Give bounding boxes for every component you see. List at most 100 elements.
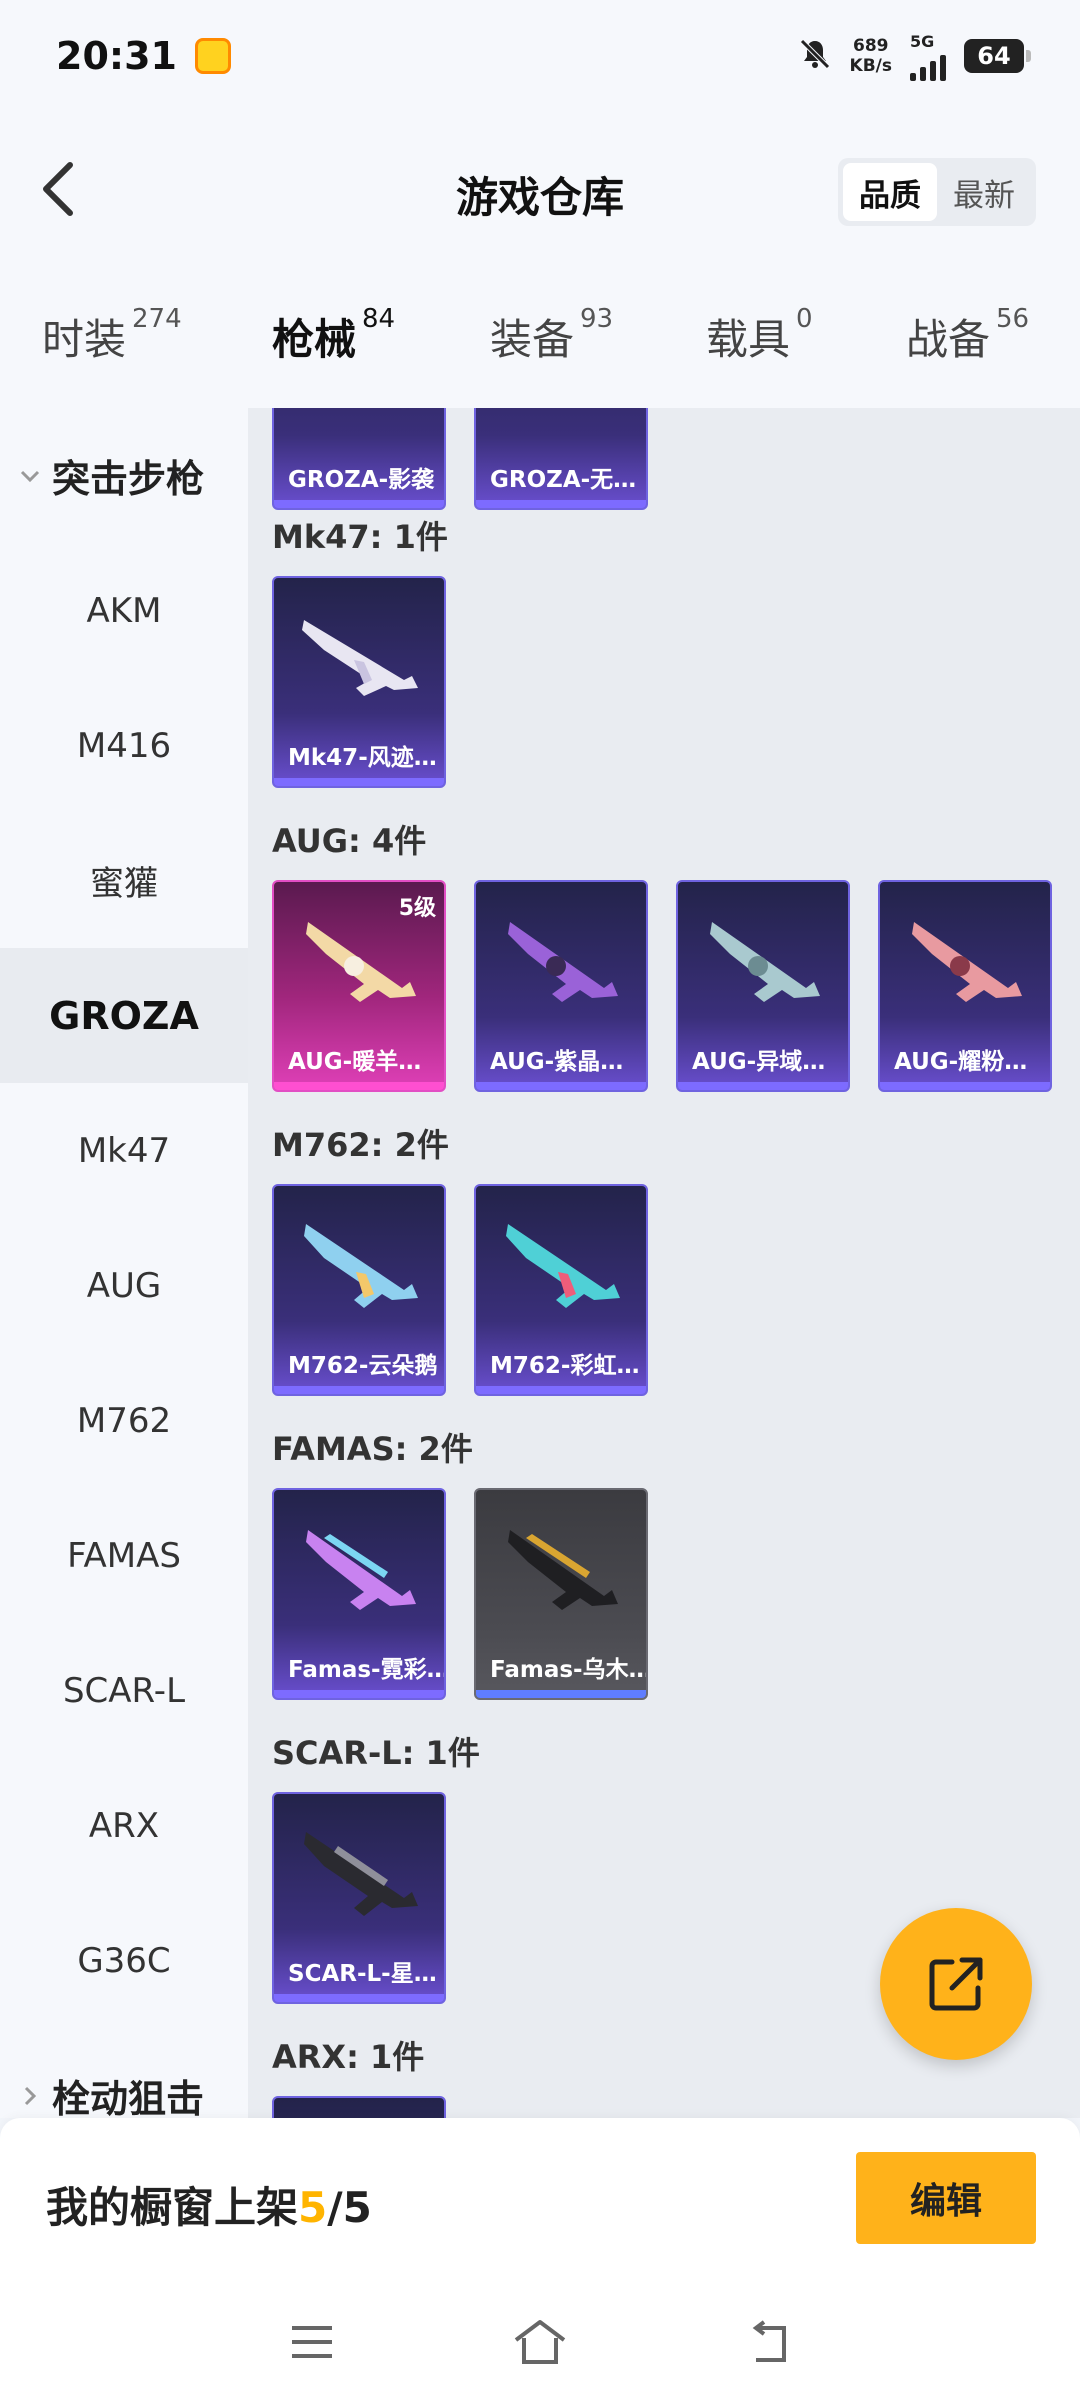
weapon-card[interactable]: M762-云朵鹅 [272, 1184, 446, 1396]
tab-equipment[interactable]: 装备 93 [490, 304, 614, 367]
sidebar-item-aug[interactable]: AUG [0, 1218, 248, 1353]
share-button[interactable] [880, 1908, 1032, 2060]
chevron-down-icon [20, 470, 40, 482]
tab-count: 274 [132, 304, 182, 334]
section-title-famas: FAMAS: 2件 [272, 1430, 473, 1468]
rifle-icon [710, 922, 820, 1002]
app-notification-icon [194, 38, 231, 74]
card-rarity-bar [274, 1690, 444, 1698]
sidebar-group-assault-rifles[interactable]: 突击步枪 [0, 408, 248, 543]
status-left: 20:31 [56, 34, 231, 78]
section-title-scar-l: SCAR-L: 1件 [272, 1734, 480, 1772]
mute-bell-icon [798, 37, 832, 75]
sort-newest-button[interactable]: 最新 [937, 163, 1031, 221]
rifle-icon [304, 1832, 418, 1916]
rifle-icon [912, 922, 1022, 1002]
tab-label: 枪械 [272, 315, 357, 364]
header: 游戏仓库 品质 最新 [0, 112, 1080, 272]
tab-count: 93 [580, 304, 614, 334]
weapon-card[interactable]: Famas-霓彩… [272, 1488, 446, 1700]
sidebar-item-m762[interactable]: M762 [0, 1353, 248, 1488]
weapon-card[interactable]: GROZA-无… [474, 408, 648, 510]
card-rarity-bar [476, 1082, 646, 1090]
showcase-total-count: /5 [327, 2183, 372, 2232]
tab-count: 56 [996, 304, 1030, 334]
tab-label: 装备 [490, 315, 575, 364]
sidebar-group-label: 栓动狙击 [52, 2077, 205, 2118]
card-name: Famas-乌木… [490, 1657, 646, 1683]
menu-icon[interactable] [288, 2322, 336, 2366]
weapon-card[interactable]: 5级 AUG-暖羊… [272, 880, 446, 1092]
tab-fashion[interactable]: 时装 274 [42, 304, 182, 367]
weapon-card[interactable]: AUG-耀粉… [878, 880, 1052, 1092]
showcase-status: 我的橱窗上架5/5 [46, 2174, 372, 2235]
rifle-icon [508, 1530, 618, 1610]
sidebar-item-famas[interactable]: FAMAS [0, 1488, 248, 1623]
sidebar-item-akm[interactable]: AKM [0, 543, 248, 678]
weapon-card[interactable]: AUG-紫晶… [474, 880, 648, 1092]
battery-level: 64 [977, 42, 1011, 70]
tab-combat-gear[interactable]: 战备 56 [906, 304, 1030, 367]
battery-icon: 64 [964, 39, 1031, 73]
tab-firearms[interactable]: 枪械 84 [272, 304, 396, 416]
sort-toggle: 品质 最新 [838, 158, 1036, 226]
section-title-arx: ARX: 1件 [272, 2038, 425, 2076]
tab-label: 时装 [42, 315, 127, 364]
sidebar-group-bolt-action[interactable]: 栓动狙击 [0, 2028, 248, 2118]
card-rarity-bar [476, 1690, 646, 1698]
sidebar-item-arx[interactable]: ARX [0, 1758, 248, 1893]
card-rarity-bar [274, 1082, 444, 1090]
weapon-card[interactable]: GROZA-影袭 [272, 408, 446, 510]
card-rarity-bar [274, 778, 444, 786]
weapon-grid: GROZA-影袭 GROZA-无… Mk47: 1件 Mk47-风迹… AUG:… [248, 408, 1080, 2118]
section-title-m762: M762: 2件 [272, 1126, 449, 1164]
sidebar-item-groza[interactable]: GROZA [0, 948, 248, 1083]
weapon-card[interactable]: Famas-乌木… [474, 1488, 648, 1700]
sidebar-item-honey-badger[interactable]: 蜜獾 [0, 813, 248, 948]
showcase-current-count: 5 [298, 2183, 328, 2232]
showcase-label: 我的橱窗上架 [46, 2183, 299, 2232]
edit-button[interactable]: 编辑 [856, 2152, 1036, 2244]
chevron-right-icon [24, 2086, 37, 2105]
weapon-card[interactable]: SCAR-L-星… [272, 1792, 446, 2004]
rifle-icon [508, 922, 618, 1002]
sidebar-group-label: 突击步枪 [52, 457, 205, 501]
rifle-icon [304, 1224, 418, 1308]
card-name: M762-彩虹… [490, 1353, 640, 1379]
tab-count: 84 [362, 304, 396, 334]
card-rarity-bar [678, 1082, 848, 1090]
card-rarity-bar [274, 1994, 444, 2002]
speed-value: 689 [853, 36, 889, 56]
card-name: M762-云朵鹅 [288, 1353, 438, 1379]
card-rarity-bar [476, 1386, 646, 1394]
card-name: AUG-暖羊… [288, 1049, 422, 1075]
sidebar-item-mk47[interactable]: Mk47 [0, 1083, 248, 1218]
card-name: Mk47-风迹… [288, 745, 437, 771]
sidebar-item-scar-l[interactable]: SCAR-L [0, 1623, 248, 1758]
card-name: AUG-异域… [692, 1049, 826, 1075]
sidebar-item-m416[interactable]: M416 [0, 678, 248, 813]
speed-unit: KB/s [849, 56, 892, 76]
sort-quality-button[interactable]: 品质 [843, 163, 937, 221]
home-icon[interactable] [512, 2318, 568, 2370]
tab-label: 战备 [906, 315, 991, 364]
back-nav-icon[interactable] [744, 2320, 792, 2368]
signal-icon [910, 51, 946, 81]
weapon-card[interactable]: M762-彩虹… [474, 1184, 648, 1396]
card-name: GROZA-无… [490, 467, 637, 493]
tab-count: 0 [796, 304, 813, 334]
card-name: Famas-霓彩… [288, 1657, 444, 1683]
weapon-card[interactable]: AUG-异域… [676, 880, 850, 1092]
network-type: 5G [910, 31, 935, 51]
card-name: AUG-紫晶… [490, 1049, 624, 1075]
weapon-card[interactable] [272, 2096, 446, 2118]
tab-vehicles[interactable]: 载具 0 [706, 304, 813, 367]
sidebar-item-g36c[interactable]: G36C [0, 1893, 248, 2028]
status-bar: 20:31 689 KB/s 5G 64 [0, 0, 1080, 112]
card-name: AUG-耀粉… [894, 1049, 1028, 1075]
showcase-bar: 我的橱窗上架5/5 编辑 [0, 2118, 1080, 2288]
card-name: SCAR-L-星… [288, 1961, 437, 1987]
cellular-indicator: 5G [910, 32, 946, 81]
weapon-card[interactable]: Mk47-风迹… [272, 576, 446, 788]
section-title-mk47: Mk47: 1件 [272, 518, 448, 556]
